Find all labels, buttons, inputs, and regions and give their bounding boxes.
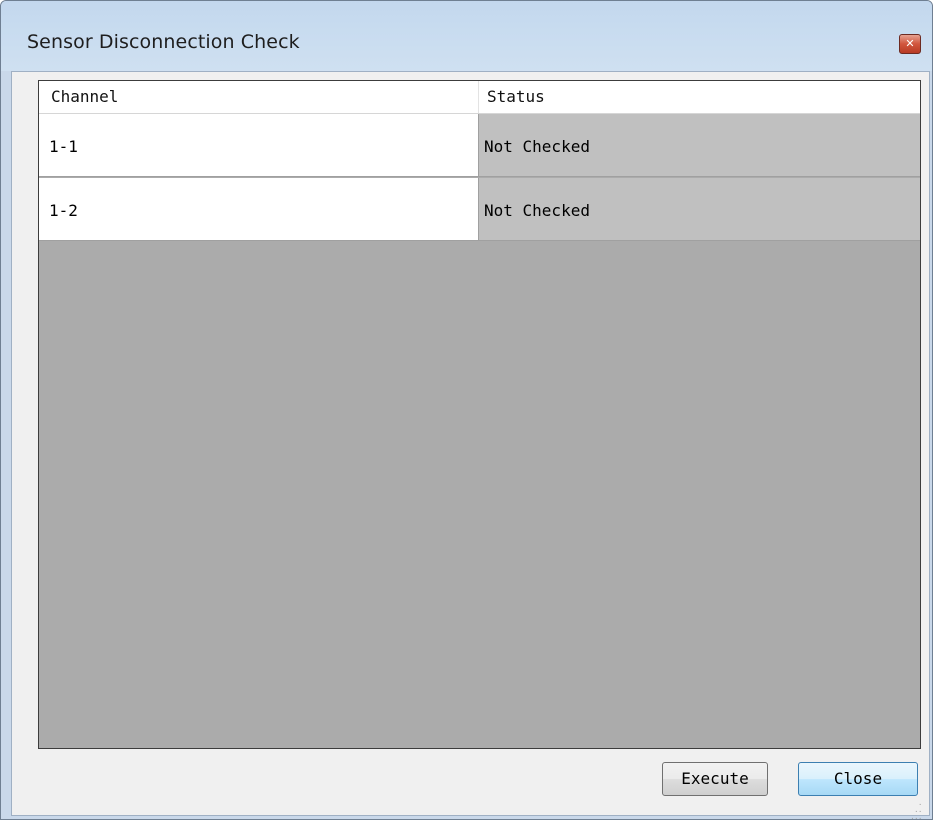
column-header-status[interactable]: Status [479, 81, 920, 113]
table-row[interactable]: 1-2 Not Checked [39, 178, 920, 242]
channel-cell[interactable]: 1-1 [39, 114, 479, 177]
column-header-channel[interactable]: Channel [39, 81, 479, 113]
resize-grip-icon[interactable]: . ..... [911, 799, 925, 820]
dialog-body: Channel Status 1-1 Not Checked 1-2 Not C… [11, 71, 930, 820]
close-icon[interactable]: ✕ [899, 34, 921, 54]
window-title: Sensor Disconnection Check [27, 31, 300, 53]
grid-header: Channel Status [39, 81, 920, 114]
title-bar[interactable]: Sensor Disconnection Check ✕ [1, 1, 932, 71]
execute-button[interactable]: Execute [662, 762, 768, 796]
close-button[interactable]: Close [798, 762, 918, 796]
channel-status-grid[interactable]: Channel Status 1-1 Not Checked 1-2 Not C… [38, 80, 921, 749]
status-cell[interactable]: Not Checked [479, 178, 920, 241]
channel-cell[interactable]: 1-2 [39, 178, 479, 241]
status-cell[interactable]: Not Checked [479, 114, 920, 177]
dialog-window: Sensor Disconnection Check ✕ Channel Sta… [0, 0, 933, 820]
table-row[interactable]: 1-1 Not Checked [39, 114, 920, 178]
